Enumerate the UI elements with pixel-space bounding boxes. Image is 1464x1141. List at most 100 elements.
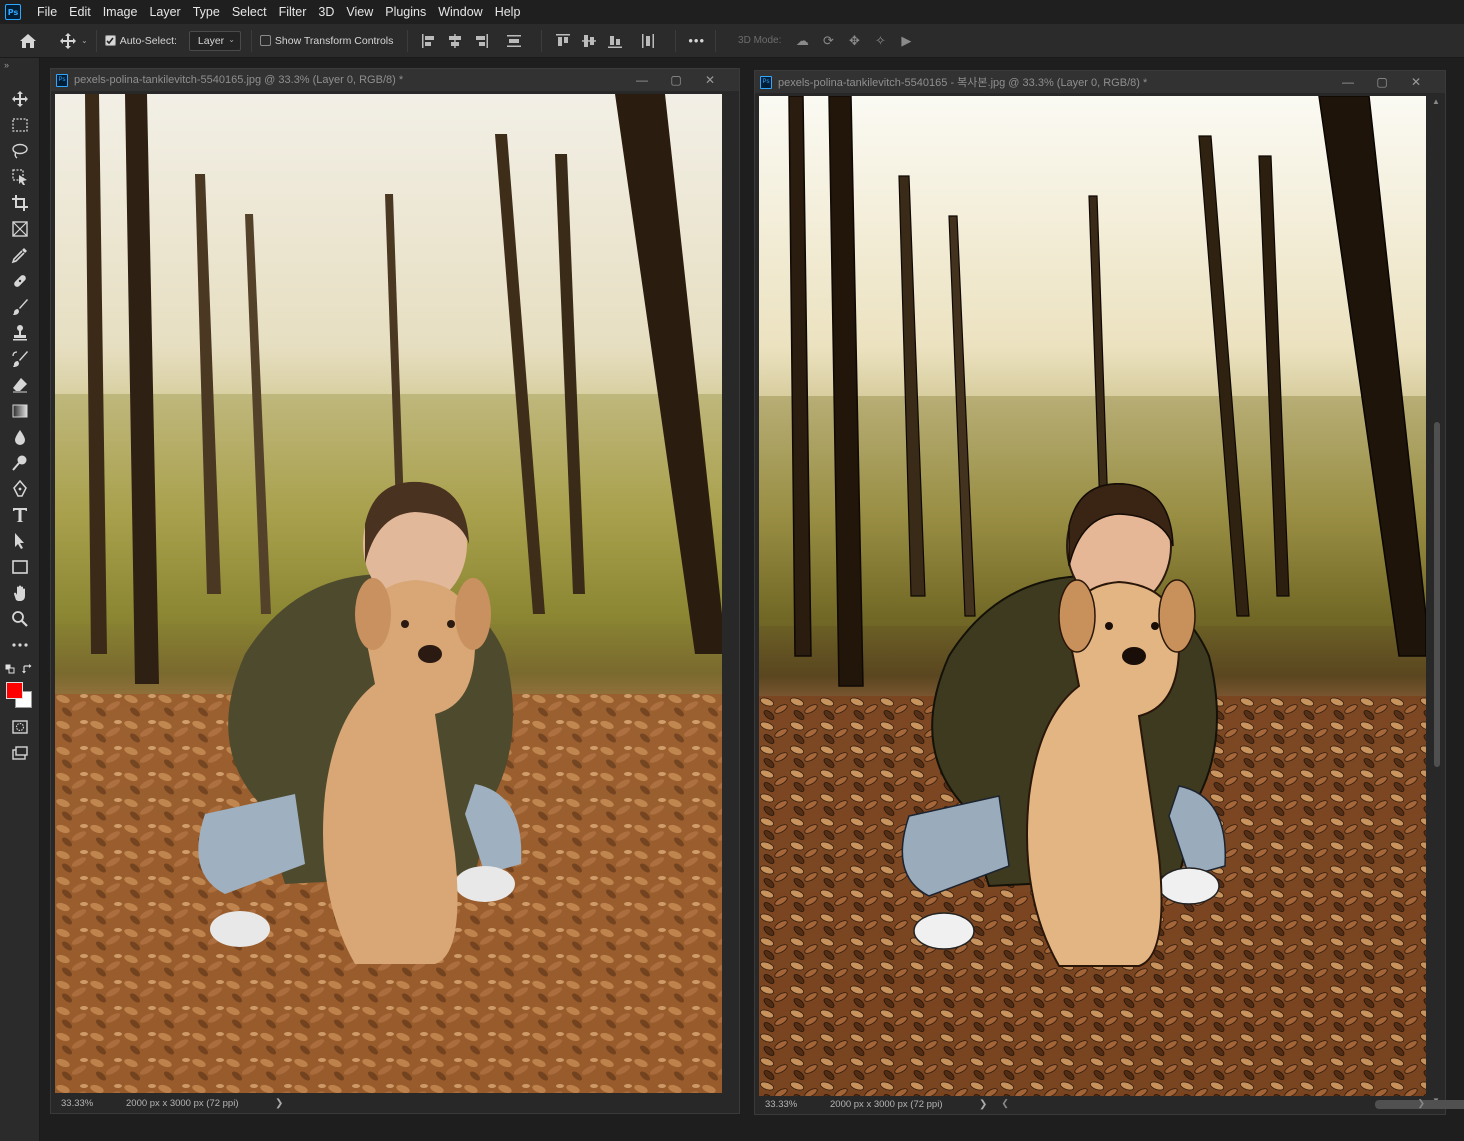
more-options-button[interactable]: ••• <box>688 33 705 48</box>
blur-tool-button[interactable] <box>8 426 32 448</box>
scroll-up-icon[interactable]: ▲ <box>1432 97 1440 106</box>
image-canvas-original[interactable] <box>55 94 722 1093</box>
hand-icon <box>14 585 25 601</box>
scroll-left-icon[interactable]: ❮ <box>1001 1098 1009 1109</box>
default-colors-icon[interactable] <box>5 664 15 674</box>
divider <box>675 29 677 52</box>
align-left-edges-icon[interactable] <box>421 33 437 49</box>
gradient-tool-button[interactable] <box>8 400 32 422</box>
ellipsis-icon <box>12 643 28 647</box>
menu-file[interactable]: File <box>31 0 63 24</box>
type-icon <box>13 508 27 522</box>
rectangle-tool-button[interactable] <box>8 556 32 578</box>
document-title-bar[interactable]: Ps pexels-polina-tankilevitch-5540165 - … <box>755 71 1445 93</box>
image-canvas-copy[interactable] <box>759 96 1426 1096</box>
rectangle-shape-icon <box>12 560 28 574</box>
pen-tool-button[interactable] <box>8 478 32 500</box>
show-transform-controls-checkbox[interactable]: Show Transform Controls <box>259 35 393 47</box>
lasso-icon <box>12 143 28 159</box>
brush-icon <box>13 299 28 315</box>
align-right-edges-icon[interactable] <box>473 33 489 49</box>
auto-select-checkbox[interactable]: Auto-Select: <box>104 35 177 47</box>
align-vertical-centers-icon[interactable] <box>581 33 597 49</box>
auto-select-check-icon <box>104 35 116 46</box>
align-bottom-edges-icon[interactable] <box>607 33 623 49</box>
object-selection-icon <box>12 169 27 185</box>
gradient-icon <box>12 404 28 418</box>
dodge-tool-button[interactable] <box>8 452 32 474</box>
close-icon[interactable]: ✕ <box>693 73 727 87</box>
status-bar: 33.33% 2000 px x 3000 px (72 ppi) ❯ ❮ ❯ <box>755 1094 1464 1114</box>
close-icon[interactable]: ✕ <box>1399 75 1433 89</box>
3d-mode-label: 3D Mode: <box>738 35 782 46</box>
eraser-tool-button[interactable] <box>8 374 32 396</box>
object-select-tool-button[interactable] <box>8 166 32 188</box>
photoshop-file-icon: Ps <box>56 73 68 87</box>
menu-bar: Ps File Edit Image Layer Type Select Fil… <box>0 0 1464 24</box>
healing-brush-tool-button[interactable] <box>8 270 32 292</box>
vertical-scroll-thumb[interactable] <box>1434 422 1440 767</box>
clone-stamp-tool-button[interactable] <box>8 322 32 344</box>
collapse-panel-icon[interactable]: » <box>4 60 9 70</box>
distribute-horizontal-icon[interactable] <box>640 33 656 49</box>
menu-select[interactable]: Select <box>226 0 273 24</box>
bandage-icon <box>14 275 26 287</box>
pan-3d-camera-icon[interactable]: ✥ <box>845 33 863 49</box>
zoom-3d-camera-icon[interactable]: ▶ <box>897 33 915 49</box>
type-tool-button[interactable] <box>8 504 32 526</box>
menu-type[interactable]: Type <box>187 0 226 24</box>
more-tools-button[interactable] <box>8 634 32 656</box>
align-horizontal-centers-icon[interactable] <box>447 33 463 49</box>
home-icon[interactable] <box>17 30 39 52</box>
minimize-icon[interactable]: — <box>1331 75 1365 89</box>
brush-tool-button[interactable] <box>8 296 32 318</box>
menu-filter[interactable]: Filter <box>273 0 313 24</box>
move-tool-button[interactable] <box>8 88 32 110</box>
document-title-bar[interactable]: Ps pexels-polina-tankilevitch-5540165.jp… <box>51 69 739 91</box>
swap-colors-icon[interactable] <box>22 664 33 675</box>
scroll-right-icon[interactable]: ❯ <box>1417 1098 1425 1109</box>
maximize-icon[interactable]: ▢ <box>1365 75 1399 89</box>
menu-layer[interactable]: Layer <box>143 0 186 24</box>
tools-panel: » <box>0 58 40 1141</box>
crop-tool-button[interactable] <box>8 192 32 214</box>
eyedropper-tool-button[interactable] <box>8 244 32 266</box>
horizontal-scrollbar[interactable]: ❮ ❯ <box>997 1094 1464 1114</box>
menu-help[interactable]: Help <box>489 0 527 24</box>
zoom-level[interactable]: 33.33% <box>765 1099 825 1110</box>
menu-view[interactable]: View <box>340 0 379 24</box>
frame-tool-button[interactable] <box>8 218 32 240</box>
lasso-tool-button[interactable] <box>8 140 32 162</box>
window-controls: — ▢ ✕ <box>1331 71 1433 93</box>
screen-mode-button[interactable] <box>8 742 32 764</box>
auto-select-target-dropdown[interactable]: Layer ⌄ <box>188 30 241 51</box>
hand-tool-button[interactable] <box>8 582 32 604</box>
chevron-right-icon[interactable]: ❯ <box>275 1098 283 1109</box>
menu-window[interactable]: Window <box>432 0 488 24</box>
zoom-level[interactable]: 33.33% <box>61 1098 121 1109</box>
chevron-down-icon: ⌄ <box>81 36 88 45</box>
move-tool-preset-picker[interactable]: ⌄ <box>59 32 88 50</box>
path-selection-tool-button[interactable] <box>8 530 32 552</box>
orbit-3d-camera-icon[interactable]: ☁ <box>793 33 811 49</box>
foreground-color-swatch[interactable] <box>6 682 23 699</box>
align-top-edges-icon[interactable] <box>555 33 571 49</box>
menu-image[interactable]: Image <box>97 0 144 24</box>
divider <box>95 29 97 52</box>
vertical-scrollbar[interactable]: ▲ ▼ <box>1432 97 1442 1105</box>
menu-plugins[interactable]: Plugins <box>379 0 432 24</box>
distribute-vertical-icon[interactable] <box>506 33 522 49</box>
menu-3d[interactable]: 3D <box>312 0 340 24</box>
roll-3d-camera-icon[interactable]: ⟳ <box>819 33 837 49</box>
document-title: pexels-polina-tankilevitch-5540165 - 복사본… <box>778 77 1148 89</box>
maximize-icon[interactable]: ▢ <box>659 73 693 87</box>
chevron-right-icon[interactable]: ❯ <box>979 1099 987 1110</box>
quick-mask-button[interactable] <box>8 716 32 738</box>
zoom-tool-button[interactable] <box>8 608 32 630</box>
menu-edit[interactable]: Edit <box>63 0 97 24</box>
slide-3d-camera-icon[interactable]: ✧ <box>871 33 889 49</box>
options-bar: ⌄ Auto-Select: Layer ⌄ Show Transform Co… <box>0 24 1464 58</box>
marquee-tool-button[interactable] <box>8 114 32 136</box>
history-brush-tool-button[interactable] <box>8 348 32 370</box>
minimize-icon[interactable]: — <box>625 73 659 87</box>
